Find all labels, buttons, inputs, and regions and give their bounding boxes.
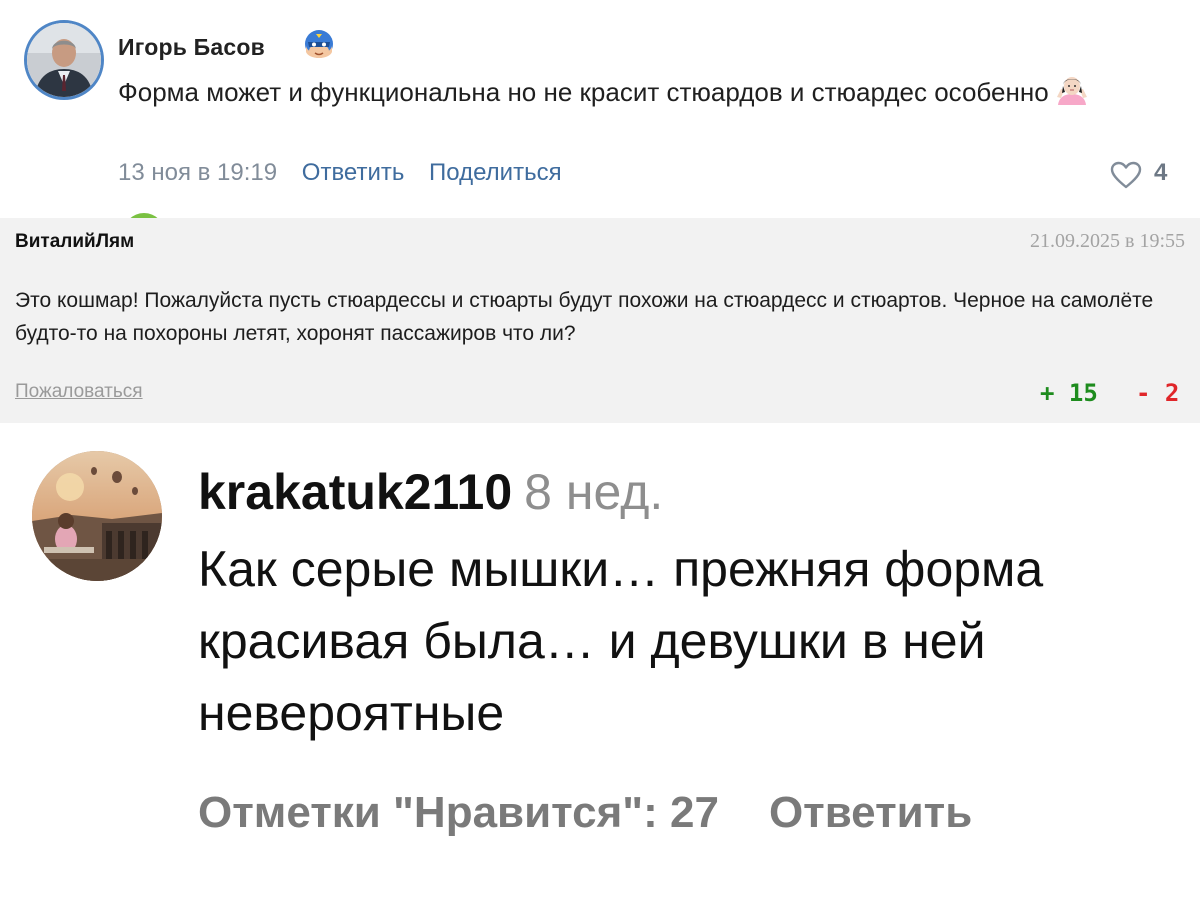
instagram-comment: krakatuk2110 8 нед. Как серые мышки… преж…	[0, 423, 1200, 900]
share-link[interactable]: Поделиться	[429, 159, 562, 186]
like-count: 4	[1154, 159, 1168, 186]
comment-text: Форма может и функциональна но не красит…	[118, 73, 1118, 112]
comment-text: Как серые мышки… прежняя форма красивая …	[198, 541, 1044, 741]
likes-count-link[interactable]: Отметки "Нравится": 27	[198, 788, 719, 837]
downvote-button[interactable]: - 2	[1136, 379, 1179, 407]
comment-text-content: Форма может и функциональна но не красит…	[118, 77, 1049, 107]
comment-date: 21.09.2025 в 19:55	[1030, 230, 1185, 252]
upvote-button[interactable]: + 15	[1040, 379, 1098, 407]
avatar[interactable]	[24, 20, 104, 100]
woman-shrugging-emoji-icon	[1056, 77, 1087, 105]
avatar[interactable]	[32, 451, 162, 581]
report-link[interactable]: Пожаловаться	[15, 381, 143, 403]
author-name[interactable]: ВиталийЛям	[15, 231, 134, 253]
author-name[interactable]: Игорь Басов	[118, 34, 265, 61]
comments-collage: Игорь Басов Форма может и функциональна …	[0, 0, 1200, 900]
comment-actions: Отметки "Нравится": 27 Ответить	[198, 788, 972, 838]
username[interactable]: krakatuk2110	[198, 464, 512, 520]
comment-time: 8 нед.	[524, 464, 664, 520]
comment-meta: 13 ноя в 19:19 Ответить Поделиться	[118, 159, 562, 187]
heart-icon	[1110, 161, 1142, 189]
forum-comment: ВиталийЛям 21.09.2025 в 19:55 Это кошмар…	[0, 218, 1200, 423]
vk-comment: Игорь Басов Форма может и функциональна …	[0, 0, 1200, 255]
comment-header: krakatuk2110 8 нед.	[198, 463, 663, 521]
comment-text: Это кошмар! Пожалуйста пусть стюардессы …	[15, 289, 1154, 345]
comment-date[interactable]: 13 ноя в 19:19	[118, 159, 277, 186]
superhero-emoji-icon	[305, 30, 333, 58]
reply-link[interactable]: Ответить	[302, 159, 405, 186]
reply-button[interactable]: Ответить	[769, 788, 972, 837]
